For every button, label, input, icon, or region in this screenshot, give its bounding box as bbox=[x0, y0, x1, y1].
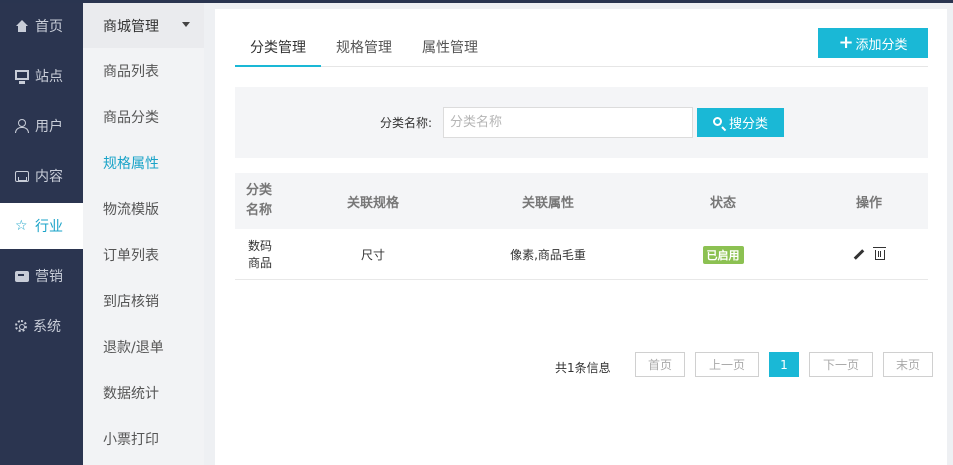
add-category-button[interactable]: + 添加分类 bbox=[818, 28, 928, 58]
subnav-header[interactable]: 商城管理 bbox=[83, 3, 204, 48]
nav-item-site[interactable]: 站点 bbox=[0, 53, 83, 99]
table-row: 数码 商品 尺寸 像素,商品毛重 已启用 bbox=[235, 229, 928, 280]
subnav-item-label: 订单列表 bbox=[103, 248, 159, 264]
category-name-input[interactable] bbox=[443, 107, 693, 138]
main-panel: 分类管理 规格管理 属性管理 + 添加分类 分类名称: 搜分类 分类 名称 关联… bbox=[215, 9, 947, 465]
nav-item-label: 站点 bbox=[35, 69, 63, 85]
subnav-item-orders[interactable]: 订单列表 bbox=[83, 240, 204, 270]
search-category-button[interactable]: 搜分类 bbox=[697, 108, 784, 137]
subnav-item-label: 规格属性 bbox=[103, 156, 159, 172]
category-table: 分类 名称 关联规格 关联属性 状态 操作 数码 商品 尺寸 像素,商品毛重 已… bbox=[235, 173, 928, 280]
page-first-button[interactable]: 首页 bbox=[635, 352, 685, 377]
tab-spec[interactable]: 规格管理 bbox=[335, 35, 393, 67]
subnav-item-label: 商品分类 bbox=[103, 110, 159, 126]
nav-item-user[interactable]: 用户 bbox=[0, 103, 83, 149]
cell-actions bbox=[829, 229, 909, 280]
subnav-item-label: 数据统计 bbox=[103, 386, 159, 402]
subnav-header-label: 商城管理 bbox=[103, 18, 159, 35]
nav-item-home[interactable]: 首页 bbox=[0, 3, 83, 49]
nav-item-label: 首页 bbox=[35, 19, 63, 35]
nav-item-system[interactable]: 系统 bbox=[0, 303, 83, 349]
tab-attribute[interactable]: 属性管理 bbox=[421, 35, 479, 67]
col-header-spec: 关联规格 bbox=[346, 195, 399, 211]
subnav-item-label: 到店核销 bbox=[103, 294, 159, 310]
edit-icon[interactable] bbox=[853, 249, 865, 260]
secondary-nav: 商城管理 商品列表 商品分类 规格属性 物流模版 订单列表 到店核销 退款/退单… bbox=[83, 3, 204, 465]
nav-item-label: 用户 bbox=[35, 119, 63, 135]
search-label: 分类名称: bbox=[380, 116, 433, 130]
pagination-total: 共1条信息 bbox=[555, 361, 611, 375]
page-last-button[interactable]: 末页 bbox=[883, 352, 933, 377]
subnav-item-product-list[interactable]: 商品列表 bbox=[83, 56, 204, 86]
chevron-down-icon bbox=[182, 22, 190, 27]
nav-item-industry[interactable]: ☆ 行业 bbox=[0, 203, 83, 249]
primary-nav: 首页 站点 用户 内容 ☆ 行业 营销 系统 bbox=[0, 3, 83, 465]
add-category-label: 添加分类 bbox=[855, 37, 908, 53]
page-current-button[interactable]: 1 bbox=[769, 352, 799, 377]
nav-item-label: 行业 bbox=[35, 219, 63, 235]
market-icon bbox=[15, 270, 29, 282]
search-icon bbox=[712, 117, 722, 126]
subnav-item-stats[interactable]: 数据统计 bbox=[83, 378, 204, 408]
nav-item-label: 内容 bbox=[35, 169, 63, 185]
monitor-icon bbox=[15, 70, 29, 84]
subnav-item-label: 小票打印 bbox=[103, 432, 159, 448]
subnav-item-verify[interactable]: 到店核销 bbox=[83, 286, 204, 316]
search-button-label: 搜分类 bbox=[728, 117, 768, 132]
subnav-item-refund[interactable]: 退款/退单 bbox=[83, 332, 204, 362]
nav-item-marketing[interactable]: 营销 bbox=[0, 253, 83, 299]
nav-item-content[interactable]: 内容 bbox=[0, 153, 83, 199]
nav-item-label: 系统 bbox=[33, 319, 61, 335]
subnav-item-receipt[interactable]: 小票打印 bbox=[83, 424, 204, 454]
status-badge: 已启用 bbox=[702, 245, 744, 264]
home-icon bbox=[15, 19, 29, 33]
subnav-item-spec-attr[interactable]: 规格属性 bbox=[83, 148, 204, 178]
nav-item-label: 营销 bbox=[35, 269, 63, 285]
search-panel: 分类名称: 搜分类 bbox=[235, 87, 928, 158]
col-header-name: 分类 名称 bbox=[246, 183, 273, 218]
col-header-attrs: 关联属性 bbox=[521, 195, 574, 211]
col-header-actions: 操作 bbox=[855, 195, 882, 211]
cell-spec: 尺寸 bbox=[360, 248, 385, 262]
cell-name: 数码 商品 bbox=[248, 238, 273, 270]
user-icon bbox=[15, 119, 29, 133]
table-header: 分类 名称 关联规格 关联属性 状态 操作 bbox=[235, 173, 928, 229]
subnav-item-product-category[interactable]: 商品分类 bbox=[83, 102, 204, 132]
inbox-icon bbox=[15, 170, 29, 182]
gear-icon bbox=[15, 320, 27, 332]
page-prev-button[interactable]: 上一页 bbox=[695, 352, 759, 377]
tab-category[interactable]: 分类管理 bbox=[235, 35, 321, 67]
subnav-item-logistics[interactable]: 物流模版 bbox=[83, 194, 204, 224]
plus-icon: + bbox=[838, 32, 854, 53]
page-next-button[interactable]: 下一页 bbox=[809, 352, 873, 377]
col-header-status: 状态 bbox=[709, 195, 736, 211]
subnav-item-label: 物流模版 bbox=[103, 202, 159, 218]
star-icon: ☆ bbox=[15, 218, 28, 234]
subnav-item-label: 商品列表 bbox=[103, 64, 159, 80]
trash-icon[interactable] bbox=[873, 246, 886, 260]
cell-status: 已启用 bbox=[675, 229, 771, 280]
cell-attrs: 像素,商品毛重 bbox=[510, 248, 586, 262]
subnav-item-label: 退款/退单 bbox=[103, 340, 164, 356]
